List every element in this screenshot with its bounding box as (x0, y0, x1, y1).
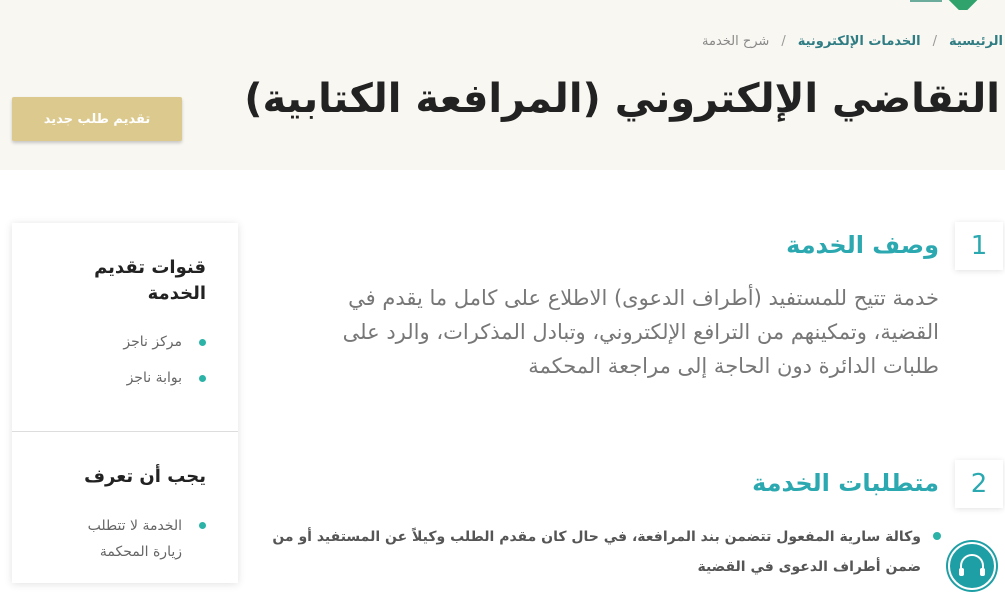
service-requirements-title: متطلبات الخدمة (752, 469, 939, 497)
page-title: التقاضي الإلكتروني (المرافعة الكتابية) (244, 76, 1000, 122)
service-description-title: وصف الخدمة (786, 231, 939, 259)
channels-list: مركز ناجز بوابة ناجز (123, 330, 206, 390)
divider (12, 431, 238, 432)
breadcrumb-eservices[interactable]: الخدمات الإلكترونية (798, 34, 921, 49)
breadcrumb: الرئيسية / الخدمات الإلكترونية / شرح الخ… (702, 34, 1003, 49)
help-button[interactable] (946, 540, 998, 592)
breadcrumb-separator: / (781, 34, 786, 49)
breadcrumb-current: شرح الخدمة (702, 34, 770, 49)
know-list: الخدمة لا تتطلب زيارة المحكمة (76, 513, 206, 565)
new-request-button[interactable]: تقديم طلب جديد (12, 97, 182, 141)
logo-icon[interactable] (908, 0, 978, 10)
section-number: 2 (955, 460, 1003, 508)
list-item: الخدمة لا تتطلب زيارة المحكمة (76, 513, 206, 565)
breadcrumb-home[interactable]: الرئيسية (949, 34, 1003, 49)
breadcrumb-separator: / (932, 34, 937, 49)
requirements-list: وكالة سارية المفعول تتضمن بند المرافعة، … (265, 522, 945, 582)
sidebar: قنوات تقديم الخدمة مركز ناجز بوابة ناجز … (12, 223, 238, 583)
list-item: وكالة سارية المفعول تتضمن بند المرافعة، … (265, 522, 945, 582)
service-description: خدمة تتيح للمستفيد (أطراف الدعوى) الاطلا… (342, 286, 939, 378)
section-number: 1 (955, 222, 1003, 270)
page-header: الرئيسية / الخدمات الإلكترونية / شرح الخ… (0, 0, 1005, 170)
headset-icon (946, 540, 998, 592)
channels-title: قنوات تقديم الخدمة (94, 257, 206, 304)
list-item: مركز ناجز (123, 330, 206, 354)
know-title: يجب أن تعرف (84, 466, 206, 487)
list-item: بوابة ناجز (123, 366, 206, 390)
